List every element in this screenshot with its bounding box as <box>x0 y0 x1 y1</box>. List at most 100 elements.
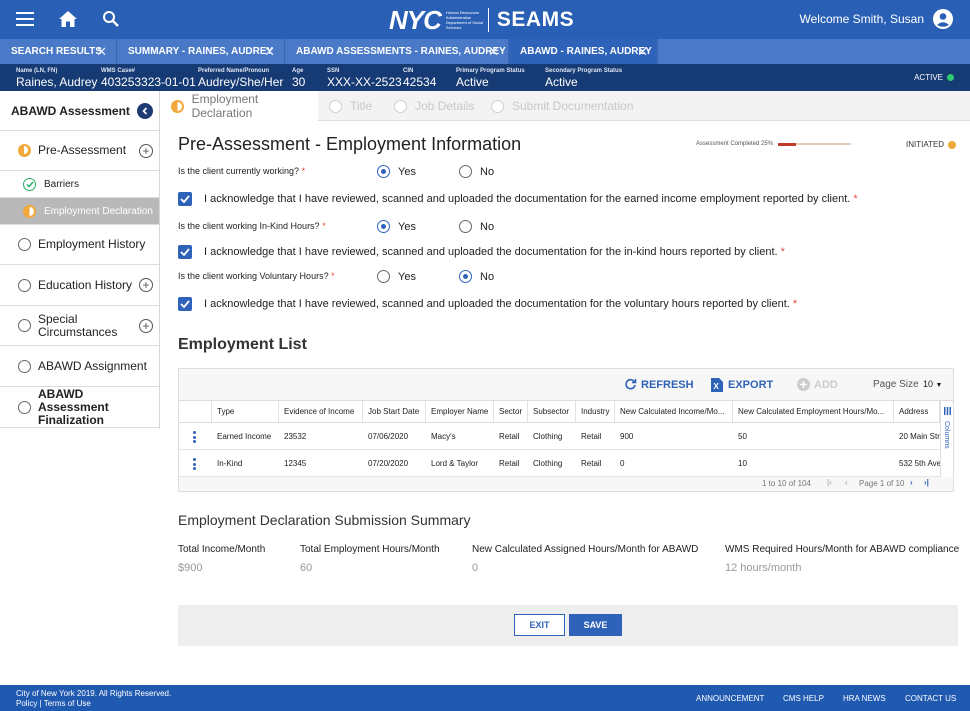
home-icon[interactable] <box>57 8 79 30</box>
sidebar-item-abawd-assignment[interactable]: ABAWD Assignment <box>0 346 159 387</box>
last-page-icon[interactable]: ›| <box>924 478 929 487</box>
question-voluntary-hours: Is the client working Voluntary Hours? * <box>178 271 335 281</box>
ack-text: I acknowledge that I have reviewed, scan… <box>204 298 790 310</box>
table-cell: Macy's <box>426 423 494 449</box>
ack-voluntary[interactable]: I acknowledge that I have reviewed, scan… <box>178 297 797 311</box>
table-cell: 20 Main Str <box>894 423 940 449</box>
summary-value: $900 <box>178 562 202 574</box>
collapse-sidebar-icon[interactable] <box>137 103 153 119</box>
empty-circle-icon <box>18 319 31 332</box>
sidebar-item-education-history[interactable]: Education History + <box>0 265 159 306</box>
column-header[interactable]: Industry <box>576 401 615 422</box>
column-header[interactable]: Job Start Date <box>363 401 426 422</box>
radio-selected-icon <box>459 270 472 283</box>
page-title: Pre-Assessment - Employment Information <box>178 134 521 155</box>
footer-link-announcement[interactable]: ANNOUNCEMENT <box>696 694 764 703</box>
hamburger-icon[interactable] <box>14 8 36 30</box>
tab-label: ABAWD - RAINES, AUDREY <box>520 46 652 57</box>
in-progress-icon <box>171 100 184 113</box>
table-cell: 0 <box>615 450 733 476</box>
tab-abawd-assessments[interactable]: ABAWD ASSESSMENTS - RAINES, AUDREY✕ <box>285 39 509 64</box>
radio-voluntary-no[interactable]: No <box>459 270 494 283</box>
column-header[interactable]: Subsector <box>528 401 576 422</box>
page-size-select[interactable]: 10 ▼ <box>923 379 942 389</box>
tab-search-results[interactable]: SEARCH RESULTS✕ <box>0 39 117 64</box>
ack-earned-income[interactable]: I acknowledge that I have reviewed, scan… <box>178 192 858 206</box>
save-button[interactable]: SAVE <box>569 614 622 636</box>
column-header[interactable]: Address <box>894 401 940 422</box>
first-page-icon[interactable]: |‹ <box>827 478 832 487</box>
client-info-bar: Name (LN, FN)Raines, Audrey WMS Case#403… <box>0 64 970 91</box>
ack-in-kind[interactable]: I acknowledge that I have reviewed, scan… <box>178 245 785 259</box>
sidebar-item-barriers[interactable]: Barriers <box>0 171 159 198</box>
close-icon[interactable]: ✕ <box>96 44 107 60</box>
tab-label: SUMMARY - RAINES, AUDREY <box>128 46 273 57</box>
step-title[interactable]: Title <box>329 91 372 121</box>
svg-text:X: X <box>714 382 720 391</box>
checkbox-checked-icon[interactable] <box>178 192 192 206</box>
expand-plus-icon[interactable]: + <box>139 144 153 158</box>
column-header[interactable]: Employer Name <box>426 401 494 422</box>
step-job-details[interactable]: Job Details <box>394 91 474 121</box>
table-cell: 10 <box>733 450 894 476</box>
columns-panel-tab[interactable]: Columns <box>940 401 953 477</box>
sidebar-item-employment-declaration[interactable]: Employment Declaration <box>0 198 159 225</box>
close-icon[interactable]: ✕ <box>488 44 499 60</box>
row-menu-icon[interactable] <box>193 458 196 472</box>
nyc-logo: NYC <box>389 5 441 36</box>
exit-button[interactable]: EXIT <box>514 614 565 636</box>
checkbox-checked-icon[interactable] <box>178 297 192 311</box>
checkbox-checked-icon[interactable] <box>178 245 192 259</box>
sidebar-item-special-circumstances[interactable]: Special Circumstances + <box>0 306 159 346</box>
sidebar-item-label: Special Circumstances <box>38 313 128 339</box>
table-cell: Clothing <box>528 450 576 476</box>
table-row[interactable]: Earned Income2353207/06/2020Macy'sRetail… <box>179 423 953 450</box>
refresh-icon <box>624 378 637 391</box>
expand-plus-icon[interactable]: + <box>139 278 153 292</box>
search-icon[interactable] <box>100 8 122 30</box>
radio-voluntary-yes[interactable]: Yes <box>377 270 416 283</box>
close-icon[interactable]: ✕ <box>264 44 275 60</box>
table-cell: 23532 <box>279 423 363 449</box>
column-header[interactable]: Sector <box>494 401 528 422</box>
radio-working-yes[interactable]: Yes <box>377 165 416 178</box>
footer-link-cms-help[interactable]: CMS HELP <box>783 694 824 703</box>
account-circle-icon[interactable] <box>933 9 953 29</box>
sidebar-item-employment-history[interactable]: Employment History <box>0 225 159 265</box>
footer-link-contact-us[interactable]: CONTACT US <box>905 694 956 703</box>
expand-plus-icon[interactable]: + <box>139 319 153 333</box>
welcome-text: Welcome Smith, Susan <box>800 12 925 26</box>
next-page-icon[interactable]: › <box>910 478 913 487</box>
empty-circle-icon <box>491 100 504 113</box>
tab-abawd[interactable]: ABAWD - RAINES, AUDREY✕ <box>509 39 658 64</box>
refresh-button[interactable]: REFRESH <box>624 378 694 391</box>
step-submit-documentation[interactable]: Submit Documentation <box>491 91 633 121</box>
prev-page-icon[interactable]: ‹ <box>845 478 848 487</box>
sidebar-item-pre-assessment[interactable]: Pre-Assessment + <box>0 131 159 171</box>
radio-in-kind-no[interactable]: No <box>459 220 494 233</box>
column-header[interactable]: New Calculated Employment Hours/Mo... <box>733 401 894 422</box>
page-size-label: Page Size <box>873 379 919 390</box>
radio-working-no[interactable]: No <box>459 165 494 178</box>
radio-in-kind-yes[interactable]: Yes <box>377 220 416 233</box>
export-button[interactable]: X EXPORT <box>711 378 773 392</box>
top-bar: NYC Human Resources Administration Depar… <box>0 0 970 39</box>
close-icon[interactable]: ✕ <box>637 44 648 60</box>
table-row[interactable]: In-Kind1234507/20/2020Lord & TaylorRetai… <box>179 450 953 477</box>
row-menu-icon[interactable] <box>193 431 196 445</box>
table-cell: Lord & Taylor <box>426 450 494 476</box>
brand-logo[interactable]: NYC Human Resources Administration Depar… <box>389 6 574 34</box>
grid-toolbar: REFRESH X EXPORT ADD Page Size 10 ▼ <box>179 369 953 401</box>
tab-summary[interactable]: SUMMARY - RAINES, AUDREY✕ <box>117 39 285 64</box>
ack-text: I acknowledge that I have reviewed, scan… <box>204 246 778 258</box>
column-header[interactable]: Evidence of Income <box>279 401 363 422</box>
footer-link-hra-news[interactable]: HRA NEWS <box>843 694 886 703</box>
step-employment-declaration[interactable]: Employment Declaration <box>160 91 318 121</box>
column-header[interactable]: Type <box>212 401 279 422</box>
sidebar-item-abawd-finalization[interactable]: ABAWD Assessment Finalization <box>0 387 159 428</box>
table-cell: 532 5th Ave <box>894 450 940 476</box>
policy-links[interactable]: Policy | Terms of Use <box>16 699 171 709</box>
tab-label: ABAWD ASSESSMENTS - RAINES, AUDREY <box>296 46 506 57</box>
add-button[interactable]: ADD <box>797 378 838 391</box>
column-header[interactable]: New Calculated Income/Mo... <box>615 401 733 422</box>
